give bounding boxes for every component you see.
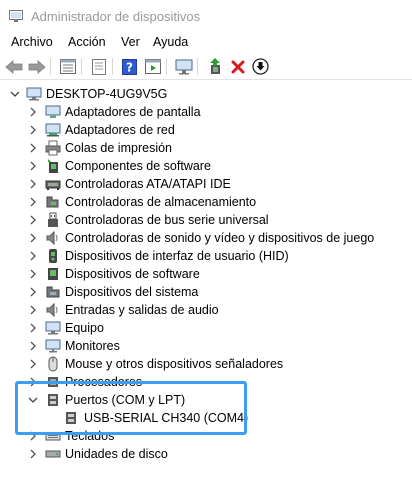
tree-item-label: Dispositivos del sistema <box>65 285 199 299</box>
menu-archivo[interactable]: Archivo <box>11 35 53 49</box>
svg-text:?: ? <box>126 60 133 74</box>
computer-icon <box>45 321 61 335</box>
tree-item-adaptadores-red[interactable]: Adaptadores de red <box>0 121 412 139</box>
tree-item-dispositivos-sistema[interactable]: Dispositivos del sistema <box>0 283 412 301</box>
printer-icon <box>45 140 61 156</box>
tree-item-monitores[interactable]: Monitores <box>0 337 412 355</box>
network-adapter-icon <box>45 123 61 137</box>
tree-item-label: Controladoras ATA/ATAPI IDE <box>65 177 231 191</box>
monitor-scan-icon[interactable] <box>174 57 193 76</box>
tree-item-label: Equipo <box>65 321 104 335</box>
tree-item-entradas-salidas-audio[interactable]: Entradas y salidas de audio <box>0 301 412 319</box>
uninstall-x-icon[interactable] <box>228 57 247 76</box>
window-title: Administrador de dispositivos <box>31 9 201 24</box>
menu-ver[interactable]: Ver <box>121 35 140 49</box>
display-adapter-icon <box>45 105 61 118</box>
tree-item-mouse[interactable]: Mouse y otros dispositivos señaladores <box>0 355 412 373</box>
hid-icon <box>49 249 57 263</box>
tree-item-dispositivos-hid[interactable]: Dispositivos de interfaz de usuario (HID… <box>0 247 412 265</box>
device-manager-app-icon <box>9 10 23 22</box>
chevron-right-icon[interactable] <box>28 197 38 207</box>
tree-item-unidades-disco[interactable]: Unidades de disco <box>0 445 412 463</box>
chevron-right-icon[interactable] <box>28 143 38 153</box>
tree-item-label: Controladoras de bus serie universal <box>65 213 269 227</box>
mouse-icon <box>48 356 58 372</box>
software-component-icon <box>48 159 58 173</box>
chevron-right-icon[interactable] <box>28 125 38 135</box>
device-tree: DESKTOP-4UG9V5G Adaptadores de pantalla … <box>0 81 412 498</box>
chevron-down-icon[interactable] <box>10 89 20 99</box>
software-device-icon <box>48 268 58 280</box>
highlight-box <box>15 381 247 435</box>
tree-item-colas-impresion[interactable]: Colas de impresión <box>0 139 412 157</box>
back-arrow-icon[interactable] <box>4 57 23 76</box>
audio-io-icon <box>46 302 58 318</box>
toolbar-separator <box>112 58 113 75</box>
toolbar-separator <box>166 58 167 75</box>
tree-item-componentes-software[interactable]: Componentes de software <box>0 157 412 175</box>
chevron-right-icon[interactable] <box>28 179 38 189</box>
show-hidden-icon[interactable] <box>89 57 108 76</box>
help-icon[interactable]: ? <box>120 57 139 76</box>
toolbar-separator <box>50 58 51 75</box>
chevron-right-icon[interactable] <box>28 107 38 117</box>
tree-root-label: DESKTOP-4UG9V5G <box>46 87 168 101</box>
update-driver-icon[interactable] <box>206 57 225 76</box>
chevron-right-icon[interactable] <box>28 359 38 369</box>
tree-item-controladoras-usb[interactable]: Controladoras de bus serie universal <box>0 211 412 229</box>
chevron-right-icon[interactable] <box>28 215 38 225</box>
chevron-right-icon[interactable] <box>28 341 38 351</box>
disk-drive-icon <box>45 450 61 458</box>
tree-item-label: Adaptadores de red <box>65 123 175 137</box>
tree-item-dispositivos-software[interactable]: Dispositivos de software <box>0 265 412 283</box>
tree-item-label: Componentes de software <box>65 159 211 173</box>
tree-item-label: Dispositivos de software <box>65 267 200 281</box>
chevron-right-icon[interactable] <box>28 251 38 261</box>
tree-item-label: Unidades de disco <box>65 447 168 461</box>
title-bar: Administrador de dispositivos <box>0 0 412 32</box>
expand-icon[interactable] <box>143 57 162 76</box>
storage-controller-icon <box>46 196 59 208</box>
tree-item-adaptadores-pantalla[interactable]: Adaptadores de pantalla <box>0 103 412 121</box>
usb-icon <box>48 212 58 227</box>
chevron-right-icon[interactable] <box>28 287 38 297</box>
computer-icon <box>26 87 42 101</box>
speaker-icon <box>46 230 58 246</box>
tree-item-label: Mouse y otros dispositivos señaladores <box>65 357 284 371</box>
toolbar-separator <box>197 58 198 75</box>
toolbar-separator <box>81 58 82 75</box>
monitor-icon <box>45 339 61 353</box>
tree-item-controladoras-sonido[interactable]: Controladoras de sonido y vídeo y dispos… <box>0 229 412 247</box>
ide-controller-icon <box>45 180 61 190</box>
menu-accion[interactable]: Acción <box>68 35 106 49</box>
tree-root-row[interactable]: DESKTOP-4UG9V5G <box>0 85 412 103</box>
chevron-right-icon[interactable] <box>28 449 38 459</box>
chevron-right-icon[interactable] <box>28 305 38 315</box>
chevron-right-icon[interactable] <box>28 269 38 279</box>
menu-ayuda[interactable]: Ayuda <box>153 35 188 49</box>
toolbar: ? <box>0 53 412 80</box>
chevron-right-icon[interactable] <box>28 161 38 171</box>
tree-item-label: Dispositivos de interfaz de usuario (HID… <box>65 249 289 263</box>
tree-item-equipo[interactable]: Equipo <box>0 319 412 337</box>
chevron-right-icon[interactable] <box>28 233 38 243</box>
tree-item-controladoras-almacenamiento[interactable]: Controladoras de almacenamiento <box>0 193 412 211</box>
download-arrow-icon[interactable] <box>251 57 270 76</box>
forward-arrow-icon[interactable] <box>27 57 46 76</box>
properties-grid-icon[interactable] <box>58 57 77 76</box>
tree-item-label: Adaptadores de pantalla <box>65 105 201 119</box>
tree-item-controladoras-ata[interactable]: Controladoras ATA/ATAPI IDE <box>0 175 412 193</box>
tree-item-label: Colas de impresión <box>65 141 172 155</box>
system-device-icon <box>46 286 60 298</box>
tree-item-label: Monitores <box>65 339 120 353</box>
tree-item-label: Controladoras de almacenamiento <box>65 195 257 209</box>
menu-bar: Archivo Acción Ver Ayuda <box>0 32 412 53</box>
chevron-right-icon[interactable] <box>28 323 38 333</box>
tree-item-label: Entradas y salidas de audio <box>65 303 219 317</box>
tree-item-label: Controladoras de sonido y vídeo y dispos… <box>65 231 375 245</box>
